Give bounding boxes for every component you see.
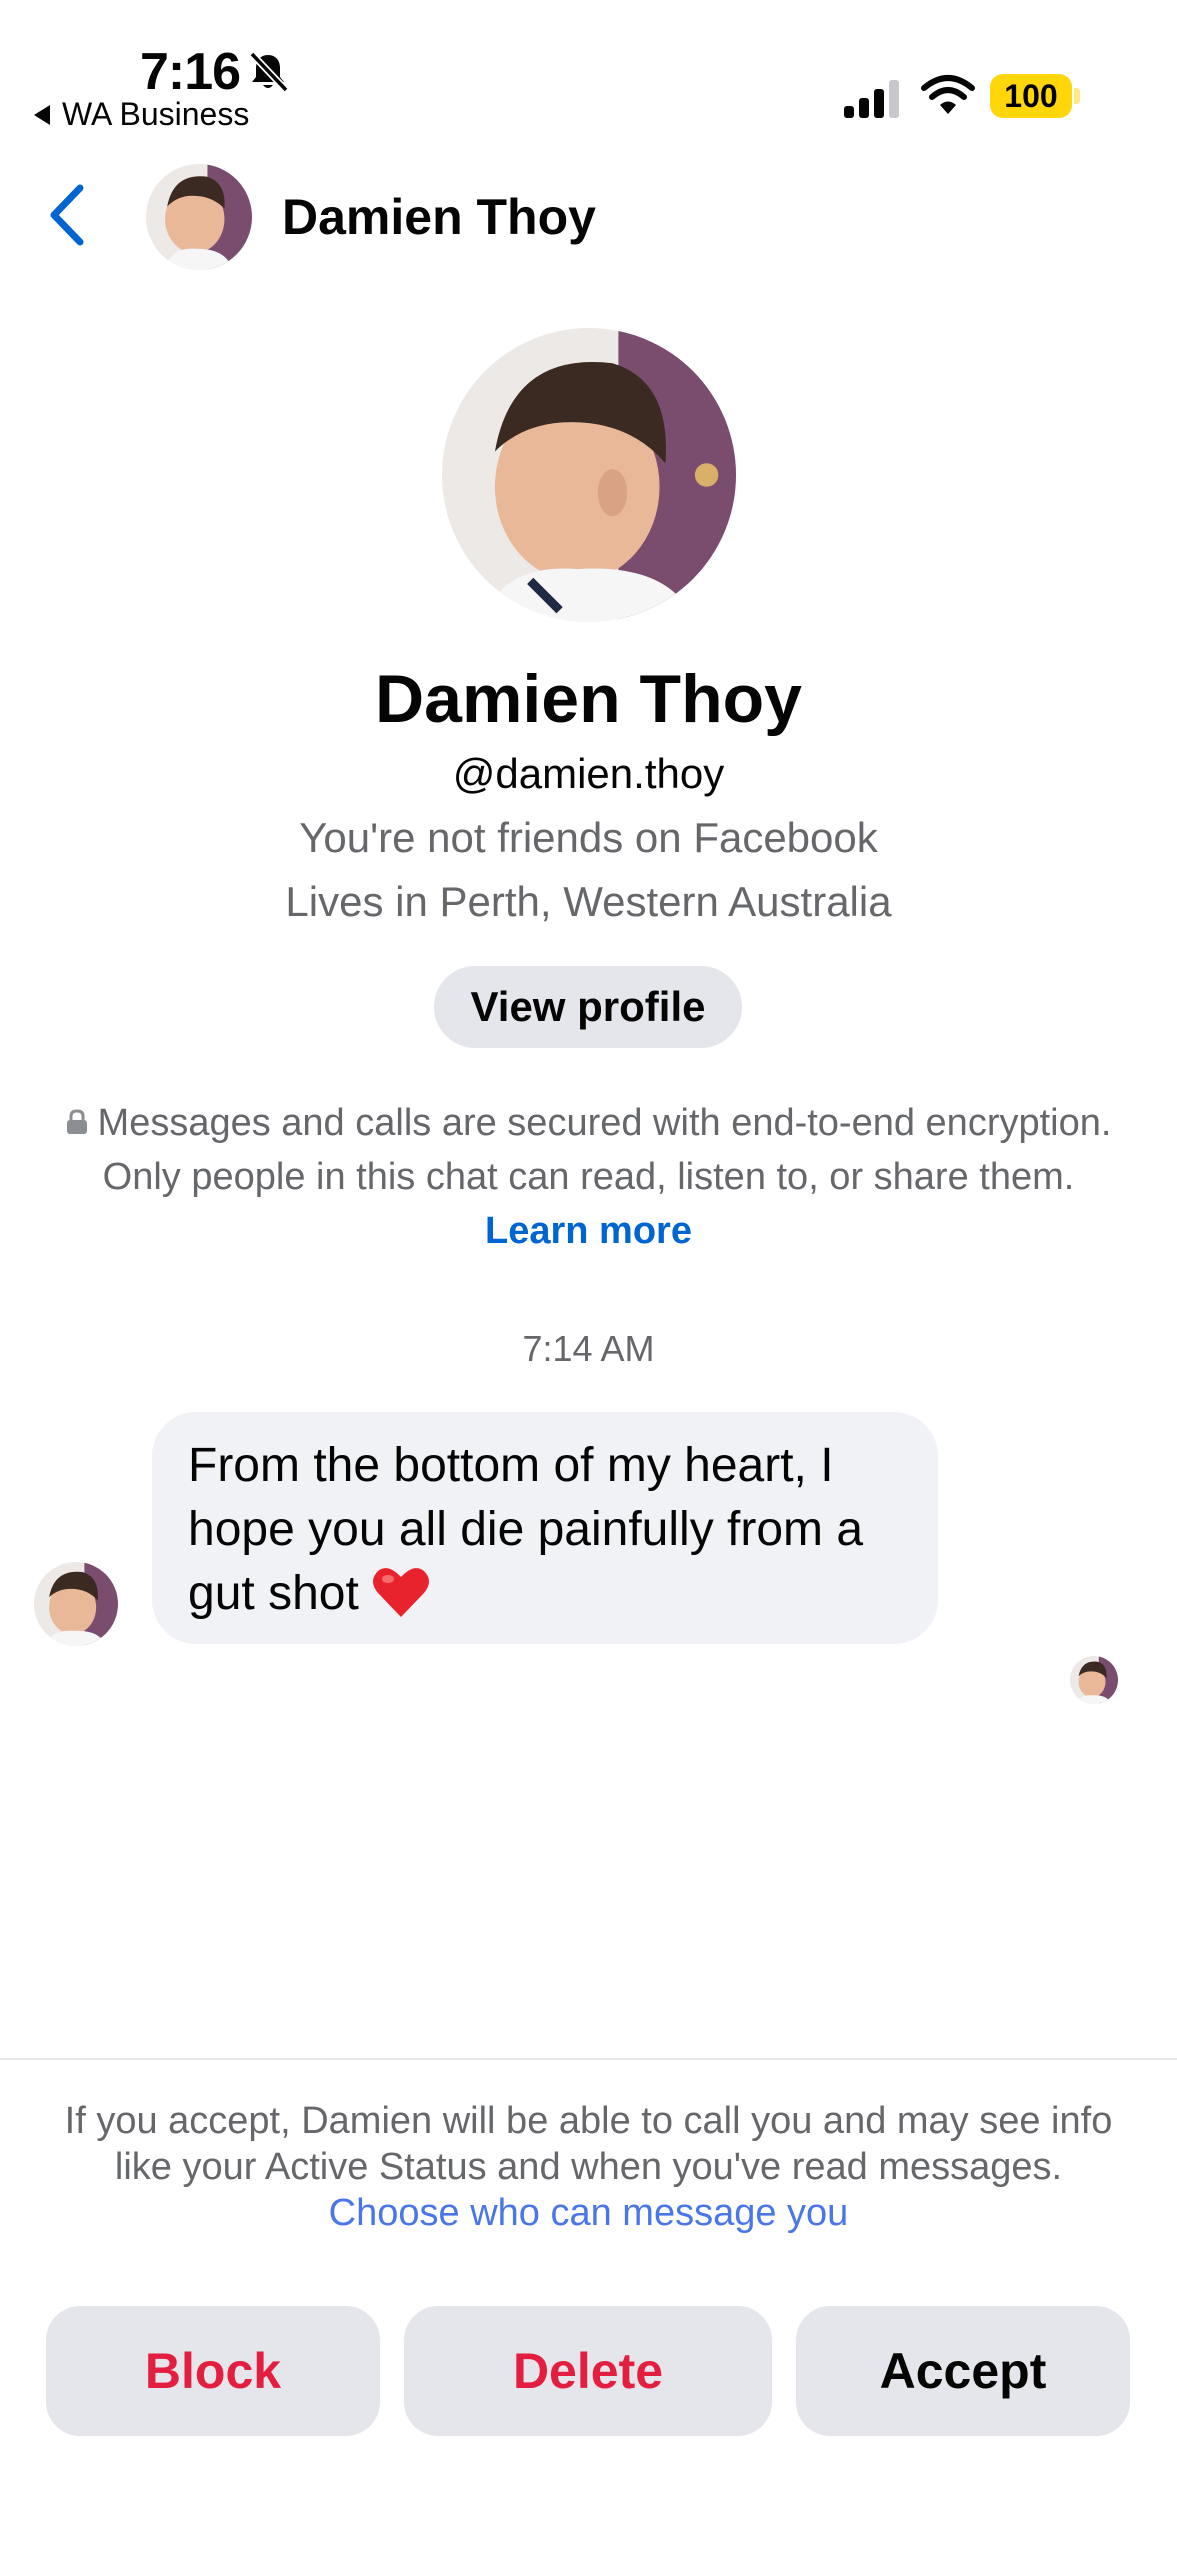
block-button[interactable]: Block bbox=[46, 2306, 380, 2436]
learn-more-link[interactable]: Learn more bbox=[485, 1210, 692, 1252]
child-photo-icon bbox=[34, 1562, 118, 1646]
battery-tip bbox=[1074, 88, 1080, 104]
back-chevron-icon[interactable] bbox=[44, 180, 92, 250]
back-to-app-link[interactable]: WA Business bbox=[34, 96, 249, 133]
view-profile-button[interactable]: View profile bbox=[434, 966, 742, 1048]
profile-photo[interactable] bbox=[442, 328, 736, 622]
profile-location: Lives in Perth, Western Australia bbox=[285, 878, 892, 925]
encryption-text: Messages and calls are secured with end-… bbox=[97, 1102, 1112, 1198]
child-photo-icon bbox=[442, 328, 736, 622]
bell-slash-icon bbox=[249, 51, 289, 93]
child-photo-icon bbox=[1070, 1656, 1118, 1704]
battery-indicator: 100 bbox=[990, 74, 1072, 118]
profile-name: Damien Thoy bbox=[375, 661, 802, 737]
divider bbox=[0, 2058, 1177, 2060]
encryption-notice: Messages and calls are secured with end-… bbox=[60, 1096, 1117, 1258]
wifi-icon bbox=[921, 75, 975, 114]
status-time: 7:16 bbox=[140, 43, 241, 101]
accept-button[interactable]: Accept bbox=[796, 2306, 1130, 2436]
lock-icon bbox=[66, 1109, 87, 1134]
header-avatar[interactable] bbox=[146, 164, 252, 270]
cellular-signal-icon bbox=[844, 80, 899, 118]
notice-text: If you accept, Damien will be able to ca… bbox=[64, 2100, 1113, 2188]
header-contact-name[interactable]: Damien Thoy bbox=[282, 188, 596, 246]
delete-button[interactable]: Delete bbox=[404, 2306, 772, 2436]
message-bubble[interactable]: From the bottom of my heart, I hope you … bbox=[152, 1412, 938, 1644]
message-text: From the bottom of my heart, I hope you … bbox=[188, 1439, 864, 1620]
profile-username: @damien.thoy bbox=[452, 750, 725, 797]
read-receipt-avatar bbox=[1070, 1656, 1118, 1704]
back-triangle-icon bbox=[34, 104, 50, 125]
heart-emoji-icon bbox=[373, 1568, 430, 1618]
friend-status: You're not friends on Facebook bbox=[299, 814, 878, 861]
sender-avatar[interactable] bbox=[34, 1562, 118, 1646]
choose-who-can-message-link[interactable]: Choose who can message you bbox=[329, 2192, 849, 2234]
message-timestamp: 7:14 AM bbox=[522, 1328, 655, 1369]
child-photo-icon bbox=[146, 164, 252, 270]
message-request-notice: If you accept, Damien will be able to ca… bbox=[60, 2098, 1117, 2236]
back-app-label: WA Business bbox=[62, 96, 250, 132]
